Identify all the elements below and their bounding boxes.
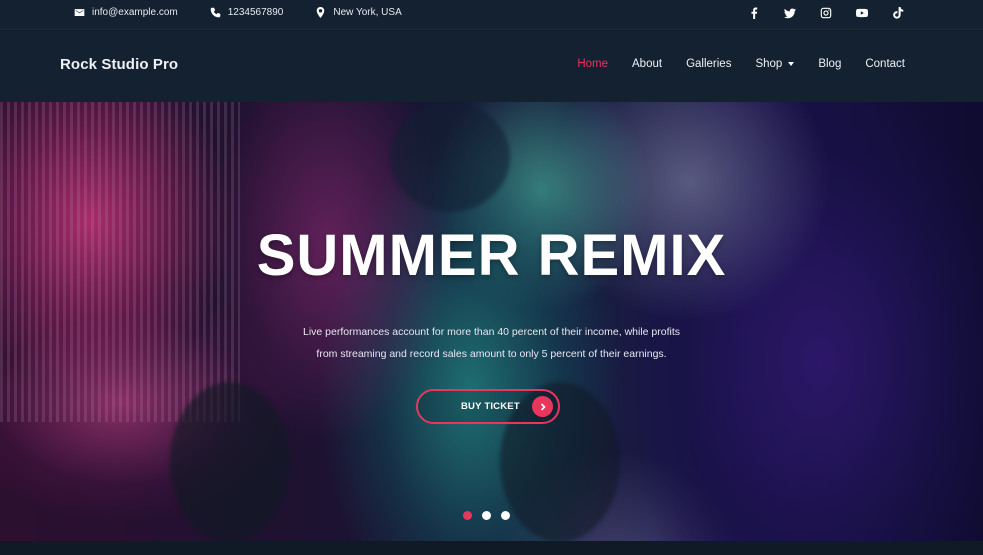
twitter-icon — [784, 8, 796, 18]
page-bottom-strip — [0, 541, 983, 555]
location-contact: New York, USA — [315, 7, 402, 18]
youtube-link[interactable] — [855, 6, 869, 20]
email-contact[interactable]: info@example.com — [74, 7, 178, 18]
tiktok-icon — [893, 6, 904, 19]
nav-item-about[interactable]: About — [632, 58, 662, 70]
hero-subtitle-line: from streaming and record sales amount t… — [316, 348, 667, 360]
top-bar: info@example.com 1234567890 New York, US… — [0, 0, 983, 30]
nav-item-label: Home — [577, 58, 609, 70]
main-menu: Home About Galleries Shop Blog Contact — [553, 58, 905, 70]
facebook-link[interactable] — [747, 6, 761, 20]
phone-icon — [210, 7, 221, 18]
slide-dot-1[interactable] — [463, 511, 472, 520]
hero-subtitle-line: Live performances account for more than … — [302, 326, 681, 338]
buy-ticket-label: BUY TICKET — [461, 401, 520, 412]
nav-item-label: Shop — [755, 58, 783, 70]
social-links — [725, 0, 905, 25]
nav-item-home[interactable]: Home — [577, 58, 608, 70]
instagram-link[interactable] — [819, 6, 833, 20]
email-text: info@example.com — [92, 7, 178, 18]
nav-item-blog[interactable]: Blog — [818, 58, 841, 70]
phone-text: 1234567890 — [227, 7, 284, 18]
nav-item-label: Blog — [818, 58, 842, 70]
main-navbar: Rock Studio Pro Home About Galleries Sho… — [0, 31, 983, 102]
buy-ticket-button[interactable]: BUY TICKET — [416, 389, 560, 424]
phone-contact[interactable]: 1234567890 — [210, 7, 284, 18]
nav-item-contact[interactable]: Contact — [865, 58, 905, 70]
slide-dot-2[interactable] — [482, 511, 491, 520]
map-pin-icon — [317, 7, 325, 18]
nav-item-label: Contact — [865, 58, 905, 70]
slider-pagination — [463, 511, 520, 520]
hero-subtitle: Live performances account for more than … — [0, 321, 983, 365]
chevron-right-icon — [532, 396, 553, 417]
slide-dot-3[interactable] — [501, 511, 510, 520]
nav-item-label: Galleries — [686, 58, 732, 70]
instagram-icon — [820, 7, 832, 18]
twitter-link[interactable] — [783, 6, 797, 20]
nav-item-galleries[interactable]: Galleries — [686, 58, 731, 70]
youtube-icon — [856, 8, 868, 17]
nav-item-label: About — [632, 58, 663, 70]
site-logo[interactable]: Rock Studio Pro — [60, 56, 178, 73]
hero-slider: SUMMER REMIX Live performances account f… — [0, 102, 983, 541]
hero-title: SUMMER REMIX — [256, 223, 727, 288]
contact-info: info@example.com 1234567890 New York, US… — [74, 0, 434, 25]
envelope-icon — [74, 9, 85, 16]
facebook-icon — [751, 7, 758, 19]
caret-down-icon — [788, 62, 795, 66]
location-text: New York, USA — [333, 7, 402, 18]
nav-item-shop[interactable]: Shop — [755, 58, 795, 70]
tiktok-link[interactable] — [891, 6, 905, 20]
